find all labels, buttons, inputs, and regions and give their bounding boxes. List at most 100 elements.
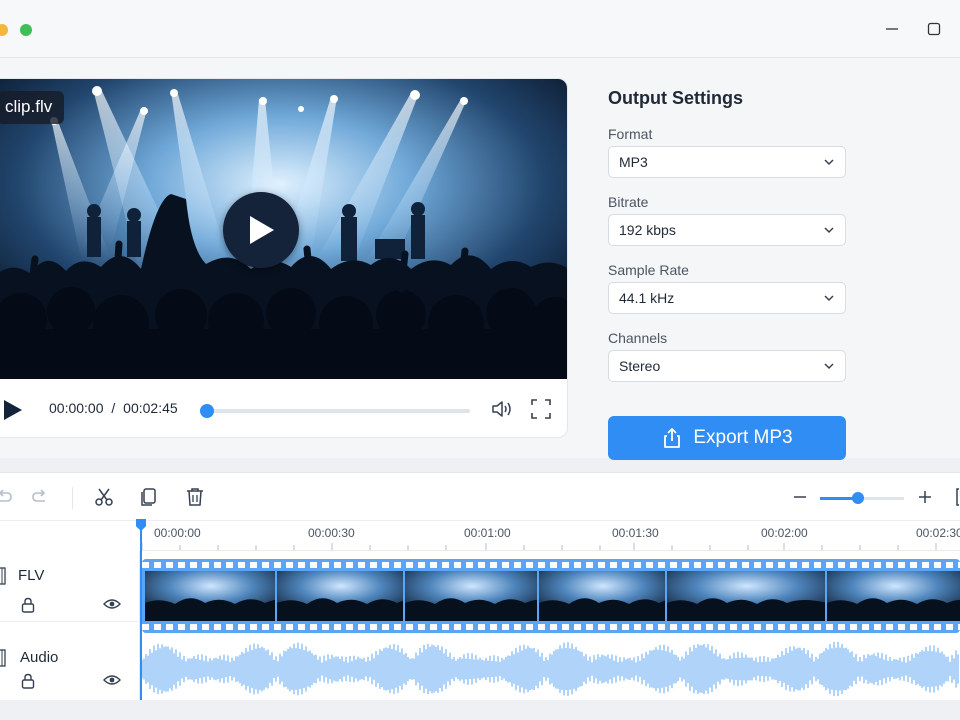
channels-value: Stereo — [619, 358, 661, 374]
audio-waveform[interactable] — [141, 639, 960, 699]
ruler-label: 00:01:00 — [464, 526, 511, 540]
status-strip — [0, 700, 960, 720]
export-button[interactable]: Export MP3 — [608, 416, 846, 460]
eye-icon — [103, 675, 121, 685]
title-bar — [0, 0, 960, 58]
track-divider — [0, 621, 140, 622]
output-settings-panel: Output Settings Format MP3 Bitrate 192 k… — [596, 78, 960, 460]
video-clip[interactable] — [142, 559, 960, 633]
format-select[interactable]: MP3 — [608, 146, 846, 178]
minimize-dot[interactable] — [0, 24, 8, 36]
audio-track-visibility[interactable] — [103, 673, 121, 692]
clip-thumbnail — [827, 571, 960, 621]
undo-button[interactable] — [0, 487, 14, 507]
volume-icon — [492, 401, 511, 417]
zoom-out-button[interactable] — [790, 487, 810, 507]
clip-thumbnail — [277, 571, 405, 621]
play-icon — [250, 216, 274, 244]
sprocket-row — [142, 562, 960, 568]
maximize-dot[interactable] — [20, 24, 32, 36]
toolbar-divider — [72, 487, 73, 509]
bitrate-select[interactable]: 192 kbps — [608, 214, 846, 246]
plus-icon — [919, 491, 931, 503]
trash-icon — [187, 488, 203, 506]
redo-icon — [32, 489, 46, 502]
play-icon — [4, 400, 22, 420]
progress-bar[interactable] — [200, 404, 470, 418]
chevron-down-icon — [824, 227, 834, 234]
progress-knob[interactable] — [200, 404, 214, 418]
chevron-down-icon — [824, 159, 834, 166]
clip-thumbnail — [405, 571, 539, 621]
track-headers: FLV Audio — [0, 551, 140, 701]
zoom-slider-knob[interactable] — [851, 492, 864, 504]
ruler-label: 00:02:30 — [916, 526, 960, 540]
sample-rate-label: Sample Rate — [608, 262, 689, 278]
film-icon — [0, 567, 6, 590]
maximize-icon[interactable] — [925, 20, 943, 38]
timeline-toolbar — [0, 473, 960, 521]
player-controls: 00:00:00 / 00:02:45 — [0, 379, 567, 437]
fit-timeline-button[interactable] — [950, 487, 960, 507]
copy-icon — [141, 488, 156, 506]
file-name-badge: clip.flv — [0, 91, 65, 124]
lock-icon — [21, 673, 35, 689]
play-overlay-button[interactable] — [223, 192, 299, 268]
current-time: 00:00:00 — [49, 400, 104, 416]
video-player: clip.flv 00:00:00 / 00:02:45 — [0, 78, 568, 438]
waveform — [141, 641, 959, 697]
audio-film-icon — [0, 649, 6, 672]
minus-icon — [794, 496, 806, 498]
ruler-label: 00:02:00 — [761, 526, 808, 540]
sample-rate-select[interactable]: 44.1 kHz — [608, 282, 846, 314]
format-label: Format — [608, 126, 653, 142]
ruler-ticks — [141, 543, 937, 550]
ruler-label: 00:01:30 — [612, 526, 659, 540]
copy-button[interactable] — [139, 487, 159, 507]
channels-select[interactable]: Stereo — [608, 350, 846, 382]
video-preview[interactable]: clip.flv — [0, 79, 567, 379]
delete-button[interactable] — [185, 487, 205, 507]
video-track-lock[interactable] — [21, 597, 35, 618]
volume-button[interactable] — [491, 399, 513, 424]
share-export-icon — [664, 428, 681, 448]
fullscreen-icon — [531, 399, 551, 419]
timeline-panel: 00:00:00 00:00:30 00:01:00 00:01:30 00:0… — [0, 472, 960, 701]
main-area: clip.flv 00:00:00 / 00:02:45 Output Sett… — [0, 58, 960, 460]
minimize-icon[interactable] — [883, 20, 901, 38]
scissors-icon — [95, 488, 113, 506]
audio-track-name: Audio — [20, 649, 59, 666]
eye-icon — [103, 599, 121, 609]
clip-thumbnail — [667, 571, 827, 621]
clip-thumbnail — [539, 571, 667, 621]
zoom-slider[interactable] — [820, 492, 904, 504]
chevron-down-icon — [824, 295, 834, 302]
lock-icon — [21, 597, 35, 613]
time-ruler[interactable]: 00:00:00 00:00:30 00:01:00 00:01:30 00:0… — [140, 521, 960, 551]
ruler-label: 00:00:00 — [154, 526, 201, 540]
audio-track-lock[interactable] — [21, 673, 35, 694]
sample-rate-value: 44.1 kHz — [619, 290, 675, 306]
time-separator: / — [111, 400, 116, 416]
duration: 00:02:45 — [123, 400, 178, 416]
settings-title: Output Settings — [608, 88, 743, 108]
video-track-visibility[interactable] — [103, 597, 121, 616]
fullscreen-button[interactable] — [531, 399, 551, 424]
channels-label: Channels — [608, 330, 668, 346]
clip-thumbnail — [145, 571, 277, 621]
chevron-down-icon — [824, 363, 834, 370]
redo-button[interactable] — [30, 487, 50, 507]
play-button[interactable] — [3, 399, 23, 426]
format-value: MP3 — [619, 154, 648, 170]
export-label: Export MP3 — [693, 427, 793, 448]
video-track-name: FLV — [18, 567, 45, 584]
ruler-label: 00:00:30 — [308, 526, 355, 540]
cut-button[interactable] — [94, 487, 114, 507]
bitrate-label: Bitrate — [608, 194, 649, 210]
zoom-in-button[interactable] — [915, 487, 935, 507]
timecode: 00:00:00 / 00:02:45 — [49, 400, 178, 416]
bitrate-value: 192 kbps — [619, 222, 676, 238]
sprocket-row — [142, 624, 960, 630]
playhead[interactable] — [140, 519, 142, 701]
expand-icon — [956, 488, 959, 506]
